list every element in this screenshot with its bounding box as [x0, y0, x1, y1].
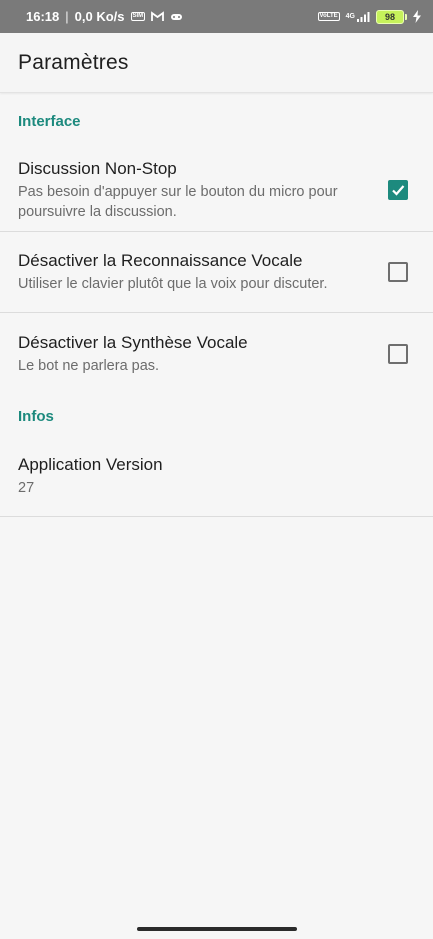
sim-card-icon: SIM	[130, 12, 146, 21]
page-title: Paramètres	[18, 50, 129, 74]
pref-title: Désactiver la Reconnaissance Vocale	[18, 251, 303, 270]
non-stop-checkbox[interactable]	[388, 179, 408, 200]
network-type: 4G	[345, 13, 355, 20]
app-bar: Paramètres	[0, 33, 433, 93]
pref-disable-speech-synthesis[interactable]: Désactiver la Synthèse Vocale Le bot ne …	[0, 313, 433, 395]
category-infos: Infos	[18, 408, 54, 425]
speech-recognition-checkbox[interactable]	[388, 262, 408, 282]
pref-summary: Utiliser le clavier plutôt que la voix p…	[18, 276, 328, 292]
signal-icon: 4G	[346, 11, 370, 22]
category-interface: Interface	[18, 113, 81, 130]
pref-title: Désactiver la Synthèse Vocale	[18, 333, 248, 352]
gmail-icon	[151, 11, 165, 22]
pref-title: Application Version	[18, 454, 163, 474]
pref-summary: Pas besoin d'appuyer sur le bouton du mi…	[18, 183, 338, 220]
status-bar: 16:18 | 0,0 Ko/s SIM VoLTE 4G 98	[0, 0, 433, 33]
status-time: 16:18	[26, 9, 60, 24]
settings-list: Interface Discussion Non-Stop Pas besoin…	[0, 94, 433, 517]
battery-icon: 98	[376, 9, 407, 24]
volte-icon: VoLTE	[317, 12, 340, 21]
pref-summary: Le bot ne parlera pas.	[18, 358, 160, 374]
pref-application-version[interactable]: Application Version 27	[0, 435, 433, 517]
status-separator: |	[65, 9, 69, 24]
pref-summary: 27	[18, 479, 35, 496]
pref-disable-speech-recognition[interactable]: Désactiver la Reconnaissance Vocale Util…	[0, 232, 433, 313]
pref-non-stop-discussion[interactable]: Discussion Non-Stop Pas besoin d'appuyer…	[0, 148, 433, 232]
charging-bolt-icon	[413, 10, 421, 23]
checkmark-icon	[392, 184, 405, 196]
speech-synthesis-checkbox[interactable]	[388, 344, 408, 364]
battery-level: 98	[376, 9, 404, 24]
status-net-speed: 0,0 Ko/s	[74, 9, 125, 24]
pref-title: Discussion Non-Stop	[18, 158, 177, 178]
gesture-nav-handle[interactable]	[137, 927, 297, 931]
game-icon	[170, 11, 183, 22]
